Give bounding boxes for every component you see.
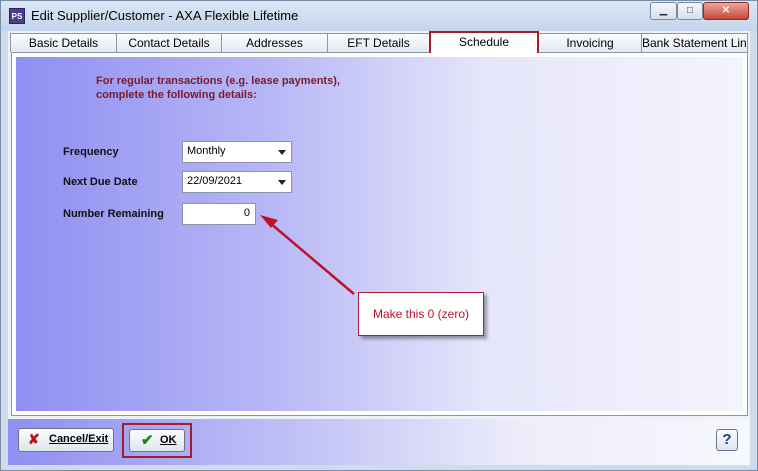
tab-strip: Basic Details Contact Details Addresses … <box>10 31 750 53</box>
ok-button-highlight: ✔ OK <box>122 423 192 458</box>
tab-contact-details[interactable]: Contact Details <box>116 33 222 52</box>
maximize-button[interactable]: □ <box>677 2 703 20</box>
dialog-footer: ✘ Cancel/Exit ✔ OK ? <box>8 419 750 465</box>
edit-supplier-window: PS Edit Supplier/Customer - AXA Flexible… <box>0 0 758 471</box>
tab-schedule[interactable]: Schedule <box>429 31 539 53</box>
tab-eft-details[interactable]: EFT Details <box>327 33 430 52</box>
cancel-exit-label: Cancel/Exit <box>49 433 109 445</box>
window-title: Edit Supplier/Customer - AXA Flexible Li… <box>31 8 299 23</box>
annotation-callout: Make this 0 (zero) <box>358 292 484 336</box>
app-icon: PS <box>9 8 25 24</box>
close-button[interactable]: ✕ <box>703 2 749 20</box>
checkmark-icon: ✔ <box>141 432 154 449</box>
ok-button[interactable]: ✔ OK <box>129 429 185 452</box>
schedule-panel-body: For regular transactions (e.g. lease pay… <box>16 57 743 411</box>
tab-addresses[interactable]: Addresses <box>221 33 328 52</box>
help-button[interactable]: ? <box>716 429 738 451</box>
schedule-panel: For regular transactions (e.g. lease pay… <box>11 52 748 416</box>
annotation-arrow <box>260 215 355 295</box>
tab-invoicing[interactable]: Invoicing <box>538 33 642 52</box>
annotation-arrow-line <box>269 222 355 295</box>
cancel-exit-button[interactable]: ✘ Cancel/Exit <box>18 428 114 452</box>
tab-bank-statement-link[interactable]: Bank Statement Link <box>641 33 748 52</box>
ok-label: OK <box>160 434 177 446</box>
dialog-client-area: Basic Details Contact Details Addresses … <box>8 31 750 465</box>
cancel-x-icon: ✘ <box>28 431 40 447</box>
minimize-button[interactable]: ▁ <box>650 2 677 20</box>
tab-basic-details[interactable]: Basic Details <box>10 33 117 52</box>
title-bar: PS Edit Supplier/Customer - AXA Flexible… <box>1 1 757 31</box>
